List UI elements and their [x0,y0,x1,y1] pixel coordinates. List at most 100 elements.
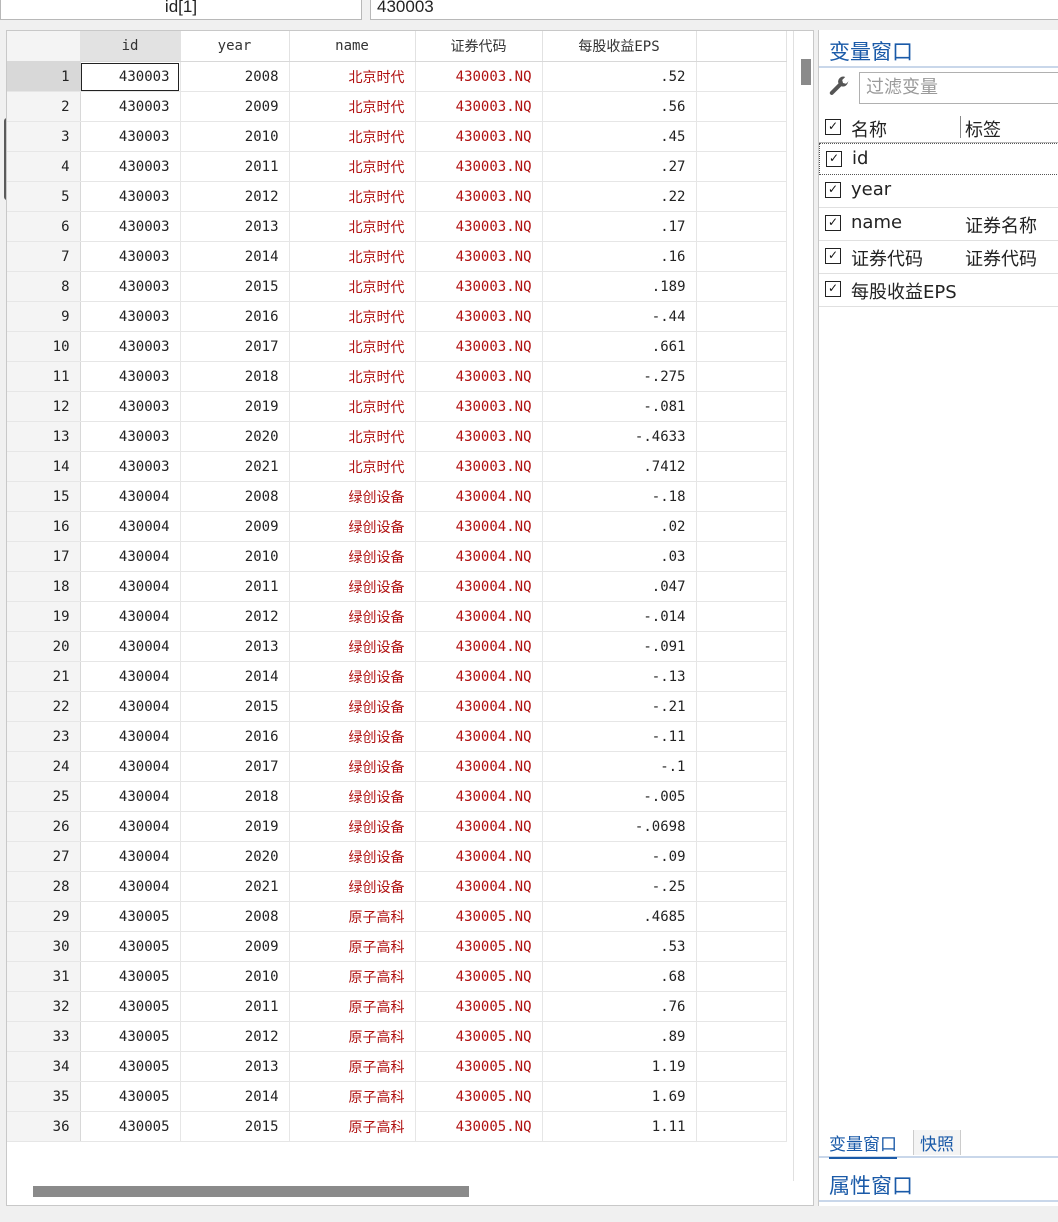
cell-eps[interactable]: .02 [542,511,697,542]
cell-id[interactable]: 430004 [80,541,181,572]
table-row[interactable]: 4 430003 2011 北京时代 430003.NQ .27 [7,151,787,182]
vertical-scroll-thumb[interactable] [801,59,811,85]
table-row[interactable]: 19 430004 2012 绿创设备 430004.NQ -.014 [7,601,787,632]
cell-code[interactable]: 430004.NQ [415,481,543,512]
row-number[interactable]: 26 [7,811,81,842]
row-number[interactable]: 32 [7,991,81,1022]
variable-item[interactable]: ✓ name 证券名称 [819,208,1058,241]
cell-id[interactable]: 430003 [80,61,181,92]
cell-id[interactable]: 430004 [80,841,181,872]
cell-eps[interactable]: -.1 [542,751,697,782]
row-number[interactable]: 28 [7,871,81,902]
tab-snapshots[interactable]: 快照 [913,1130,961,1155]
row-number[interactable]: 1 [7,61,81,92]
cell-code[interactable]: 430004.NQ [415,571,543,602]
cell-code[interactable]: 430005.NQ [415,991,543,1022]
row-number[interactable]: 29 [7,901,81,932]
cell-year[interactable]: 2017 [180,331,290,362]
table-row[interactable]: 6 430003 2013 北京时代 430003.NQ .17 [7,211,787,242]
row-number[interactable]: 36 [7,1111,81,1142]
column-header-year[interactable]: year [180,31,290,62]
header-name[interactable]: 名称 [851,116,887,142]
cell-name[interactable]: 北京时代 [289,91,416,122]
cell-year[interactable]: 2019 [180,391,290,422]
cell-name[interactable]: 北京时代 [289,241,416,272]
cell-code[interactable]: 430003.NQ [415,451,543,482]
cell-code[interactable]: 430004.NQ [415,691,543,722]
cell-name[interactable]: 原子高科 [289,1021,416,1052]
cell-code[interactable]: 430003.NQ [415,91,543,122]
cell-code[interactable]: 430004.NQ [415,781,543,812]
cell-code[interactable]: 430003.NQ [415,331,543,362]
cell-code[interactable]: 430005.NQ [415,901,543,932]
cell-name[interactable]: 原子高科 [289,901,416,932]
cell-year[interactable]: 2011 [180,571,290,602]
table-row[interactable]: 32 430005 2011 原子高科 430005.NQ .76 [7,991,787,1022]
cell-code[interactable]: 430004.NQ [415,871,543,902]
cell-year[interactable]: 2016 [180,721,290,752]
cell-eps[interactable]: .68 [542,961,697,992]
table-row[interactable]: 26 430004 2019 绿创设备 430004.NQ -.0698 [7,811,787,842]
cell-eps[interactable]: .22 [542,181,697,212]
cell-year[interactable]: 2014 [180,241,290,272]
checkbox-checked-icon[interactable]: ✓ [825,119,841,135]
cell-year[interactable]: 2009 [180,511,290,542]
cell-year[interactable]: 2019 [180,811,290,842]
row-number[interactable]: 3 [7,121,81,152]
cell-year[interactable]: 2008 [180,481,290,512]
table-row[interactable]: 9 430003 2016 北京时代 430003.NQ -.44 [7,301,787,332]
cell-year[interactable]: 2014 [180,661,290,692]
table-row[interactable]: 36 430005 2015 原子高科 430005.NQ 1.11 [7,1111,787,1142]
cell-eps[interactable]: -.081 [542,391,697,422]
table-row[interactable]: 23 430004 2016 绿创设备 430004.NQ -.11 [7,721,787,752]
checkbox-checked-icon[interactable]: ✓ [825,182,841,198]
row-number[interactable]: 25 [7,781,81,812]
cell-name[interactable]: 绿创设备 [289,601,416,632]
cell-code[interactable]: 430003.NQ [415,121,543,152]
cell-id[interactable]: 430005 [80,1021,181,1052]
cell-code[interactable]: 430003.NQ [415,241,543,272]
filter-variables-input[interactable]: 过滤变量 [859,72,1058,104]
table-row[interactable]: 22 430004 2015 绿创设备 430004.NQ -.21 [7,691,787,722]
cell-id[interactable]: 430003 [80,421,181,452]
cell-id[interactable]: 430003 [80,391,181,422]
cell-name[interactable]: 北京时代 [289,421,416,452]
cell-name[interactable]: 北京时代 [289,361,416,392]
cell-year[interactable]: 2012 [180,1021,290,1052]
cell-year[interactable]: 2013 [180,631,290,662]
cell-name[interactable]: 绿创设备 [289,631,416,662]
cell-name[interactable]: 绿创设备 [289,871,416,902]
row-number[interactable]: 16 [7,511,81,542]
cell-name[interactable]: 绿创设备 [289,511,416,542]
cell-name[interactable]: 绿创设备 [289,721,416,752]
cell-value-input[interactable]: 430003 [370,0,1058,20]
row-number[interactable]: 35 [7,1081,81,1112]
row-number[interactable]: 15 [7,481,81,512]
column-header-id[interactable]: id [80,31,181,62]
cell-code[interactable]: 430003.NQ [415,271,543,302]
cell-eps[interactable]: -.005 [542,781,697,812]
table-row[interactable]: 16 430004 2009 绿创设备 430004.NQ .02 [7,511,787,542]
cell-name[interactable]: 绿创设备 [289,661,416,692]
cell-eps[interactable]: -.09 [542,841,697,872]
table-row[interactable]: 35 430005 2014 原子高科 430005.NQ 1.69 [7,1081,787,1112]
cell-eps[interactable]: .17 [542,211,697,242]
cell-year[interactable]: 2016 [180,301,290,332]
cell-code[interactable]: 430004.NQ [415,751,543,782]
cell-code[interactable]: 430004.NQ [415,661,543,692]
table-row[interactable]: 33 430005 2012 原子高科 430005.NQ .89 [7,1021,787,1052]
row-number[interactable]: 21 [7,661,81,692]
cell-id[interactable]: 430003 [80,121,181,152]
cell-name[interactable]: 北京时代 [289,181,416,212]
row-number[interactable]: 18 [7,571,81,602]
cell-eps[interactable]: .89 [542,1021,697,1052]
cell-year[interactable]: 2020 [180,421,290,452]
row-number[interactable]: 2 [7,91,81,122]
cell-name[interactable]: 北京时代 [289,451,416,482]
cell-year[interactable]: 2018 [180,781,290,812]
table-row[interactable]: 25 430004 2018 绿创设备 430004.NQ -.005 [7,781,787,812]
cell-year[interactable]: 2018 [180,361,290,392]
variable-item[interactable]: ✓ 每股收益EPS [819,274,1058,307]
cell-eps[interactable]: .7412 [542,451,697,482]
cell-id[interactable]: 430003 [80,181,181,212]
